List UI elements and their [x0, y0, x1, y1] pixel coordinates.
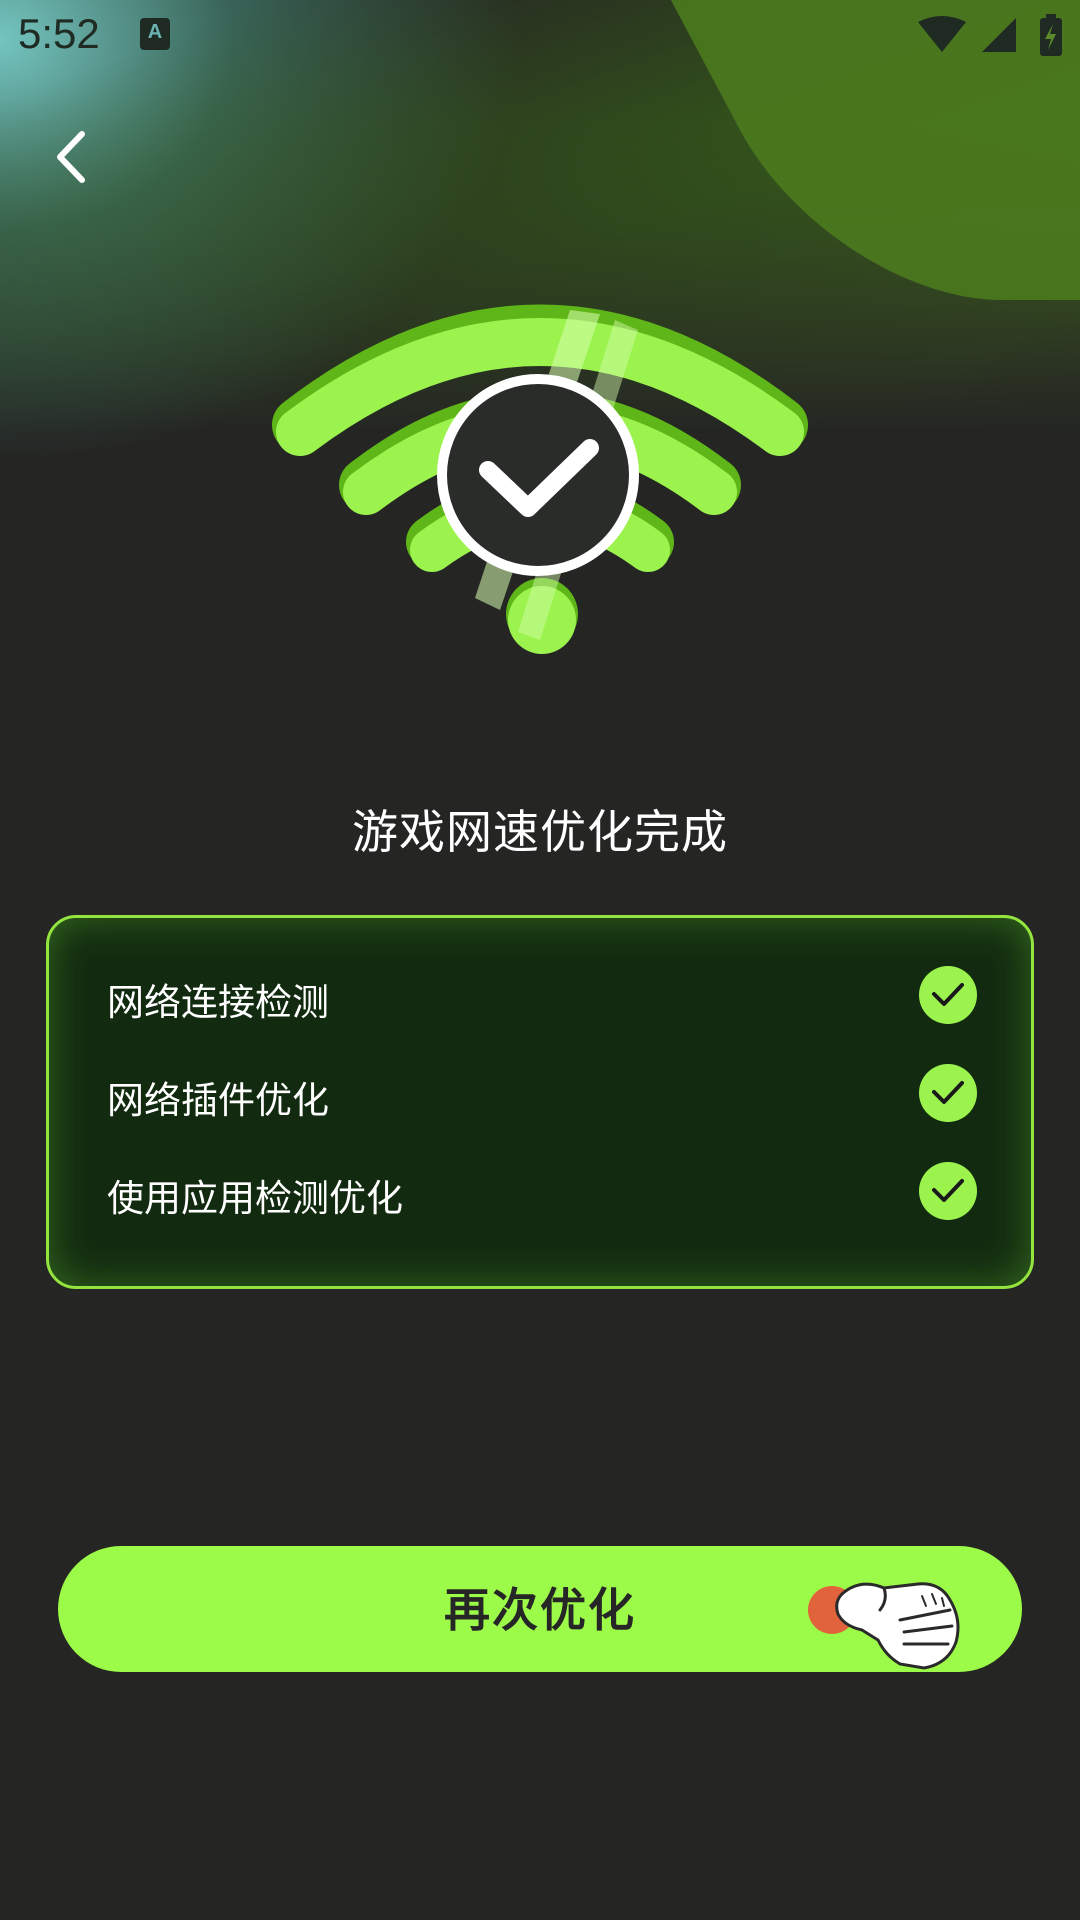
- check-circle-icon: [919, 1064, 977, 1122]
- battery-icon: [1040, 14, 1062, 56]
- check-circle-icon: [919, 1162, 977, 1220]
- wifi-signal-icon: [918, 16, 966, 52]
- wifi-check-icon: [270, 280, 810, 680]
- checklist-item: 网络连接检测: [107, 966, 977, 1026]
- checklist-item-label: 使用应用检测优化: [107, 1177, 403, 1220]
- cell-signal-icon: [982, 18, 1016, 52]
- keyboard-icon: A: [140, 18, 170, 50]
- pointing-hand-icon: [800, 1560, 970, 1680]
- checklist-item: 使用应用检测优化: [107, 1162, 977, 1222]
- checklist-card: 网络连接检测 网络插件优化 使用应用检测优化: [46, 915, 1034, 1289]
- status-icons: [916, 14, 1066, 58]
- status-time: 5:52: [18, 10, 100, 57]
- status-bar: 5:52 A: [0, 0, 1080, 72]
- chevron-left-icon: [57, 131, 85, 183]
- checklist-item: 网络插件优化: [107, 1064, 977, 1124]
- back-button[interactable]: [44, 122, 100, 192]
- check-circle-icon: [919, 966, 977, 1024]
- checklist-item-label: 网络连接检测: [107, 981, 329, 1024]
- checklist-item-label: 网络插件优化: [107, 1079, 329, 1122]
- page-title: 游戏网速优化完成: [352, 805, 728, 859]
